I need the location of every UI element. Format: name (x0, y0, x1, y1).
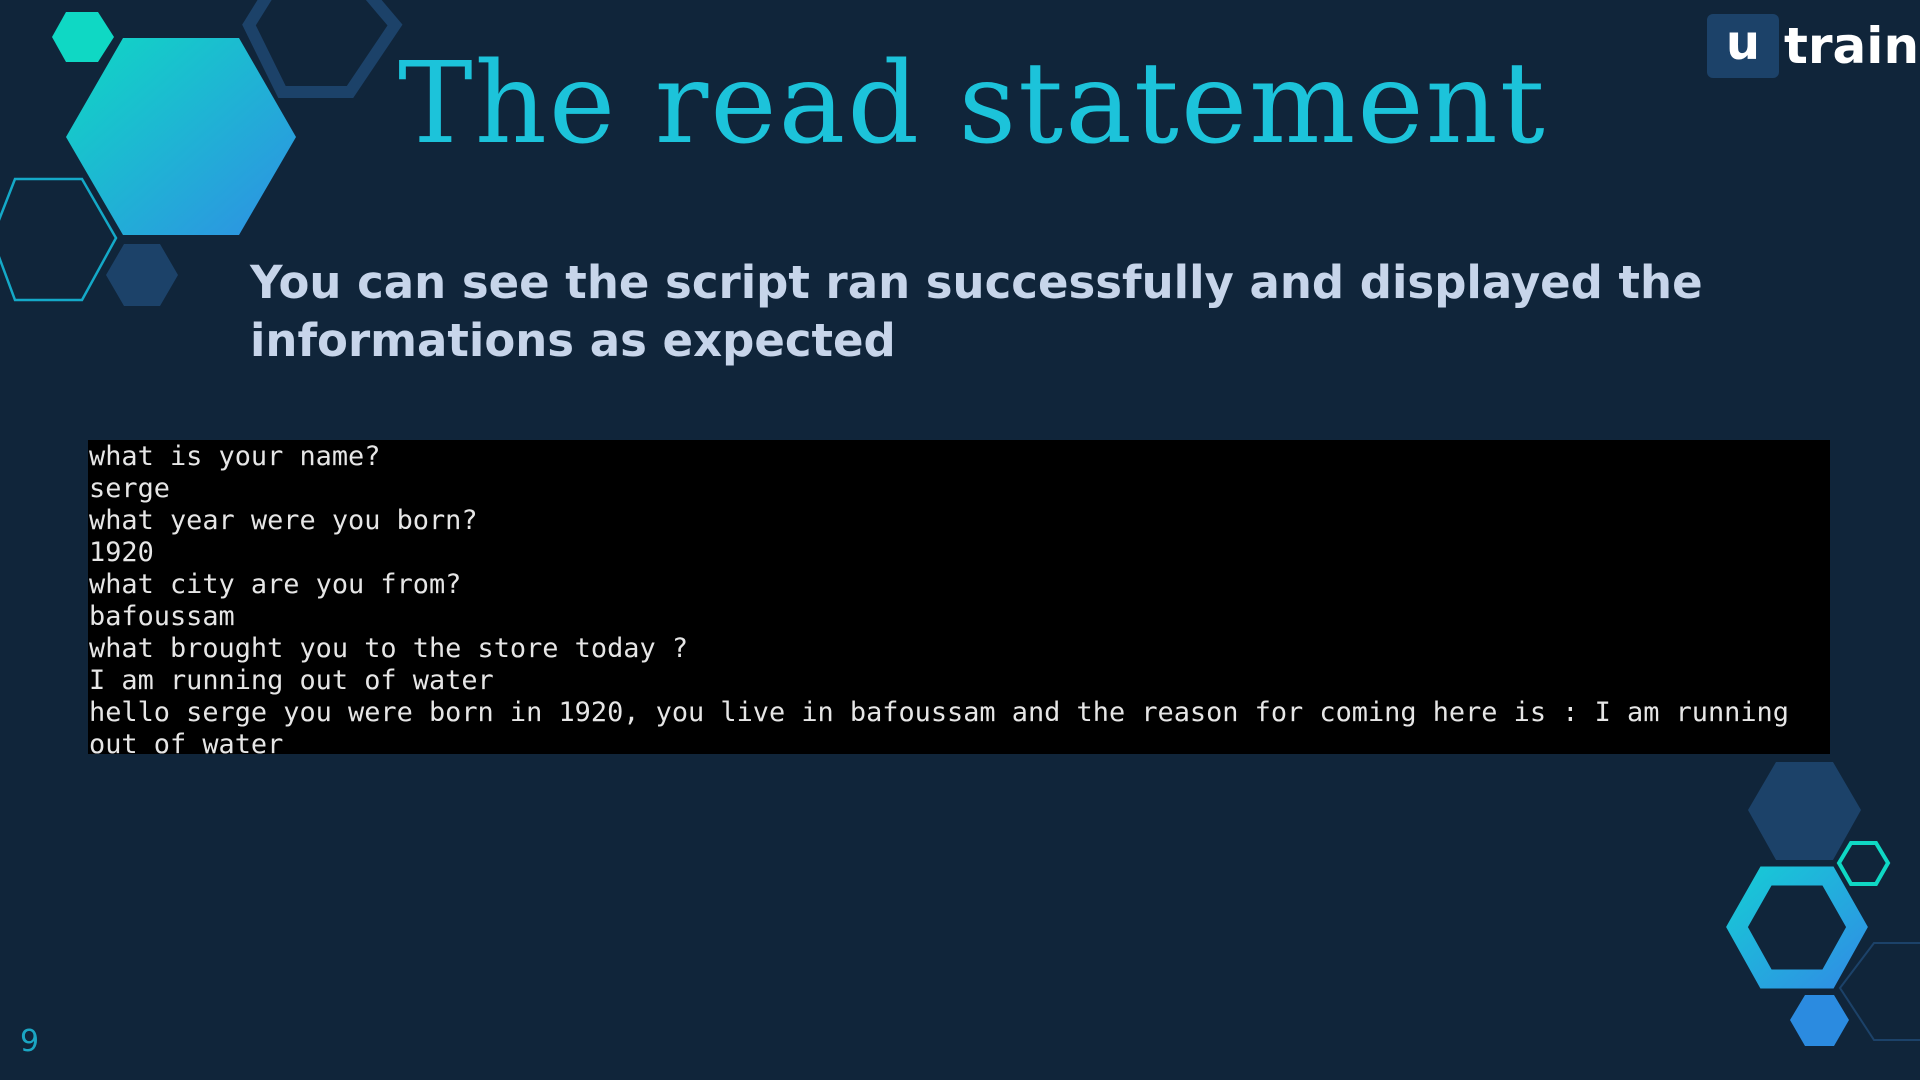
hexagon-outline-dark-br (1838, 942, 1920, 1041)
hexagon-dark-br (1748, 762, 1861, 860)
subtitle-line: informations as expected (250, 314, 896, 367)
slide-subtitle: You can see the script ran successfully … (250, 254, 1703, 370)
hexagon-teal-small (52, 12, 114, 62)
logo-badge: u (1707, 14, 1779, 78)
terminal-line: 1920 (89, 537, 154, 568)
terminal-line: what brought you to the store today ? (89, 633, 689, 664)
hexagon-outline-teal (0, 177, 118, 302)
terminal-line: what city are you from? (89, 569, 462, 600)
terminal-line: what is your name? (89, 441, 381, 472)
terminal-line: hello serge you were born in 1920, you l… (89, 697, 1789, 728)
hexagon-gradient-large (66, 38, 296, 235)
terminal-line: bafoussam (89, 601, 235, 632)
terminal-line: I am running out of water (89, 665, 494, 696)
hexagon-outline-dark (242, 0, 403, 98)
hexagon-dark-small (106, 244, 178, 306)
subtitle-line: You can see the script ran successfully … (250, 256, 1703, 309)
hexagon-blue-br (1790, 995, 1849, 1046)
terminal-line: out of water (89, 729, 284, 754)
hexagon-ring-br (1726, 866, 1868, 989)
terminal-line: what year were you born? (89, 505, 478, 536)
page-number: 9 (20, 1024, 40, 1059)
slide-title: The read statement (398, 39, 1547, 169)
terminal-line: serge (89, 473, 170, 504)
terminal-output: what is your name? serge what year were … (88, 440, 1830, 754)
logo-text: train (1784, 17, 1920, 75)
hexagon-outline-teal-br-small (1836, 841, 1891, 886)
